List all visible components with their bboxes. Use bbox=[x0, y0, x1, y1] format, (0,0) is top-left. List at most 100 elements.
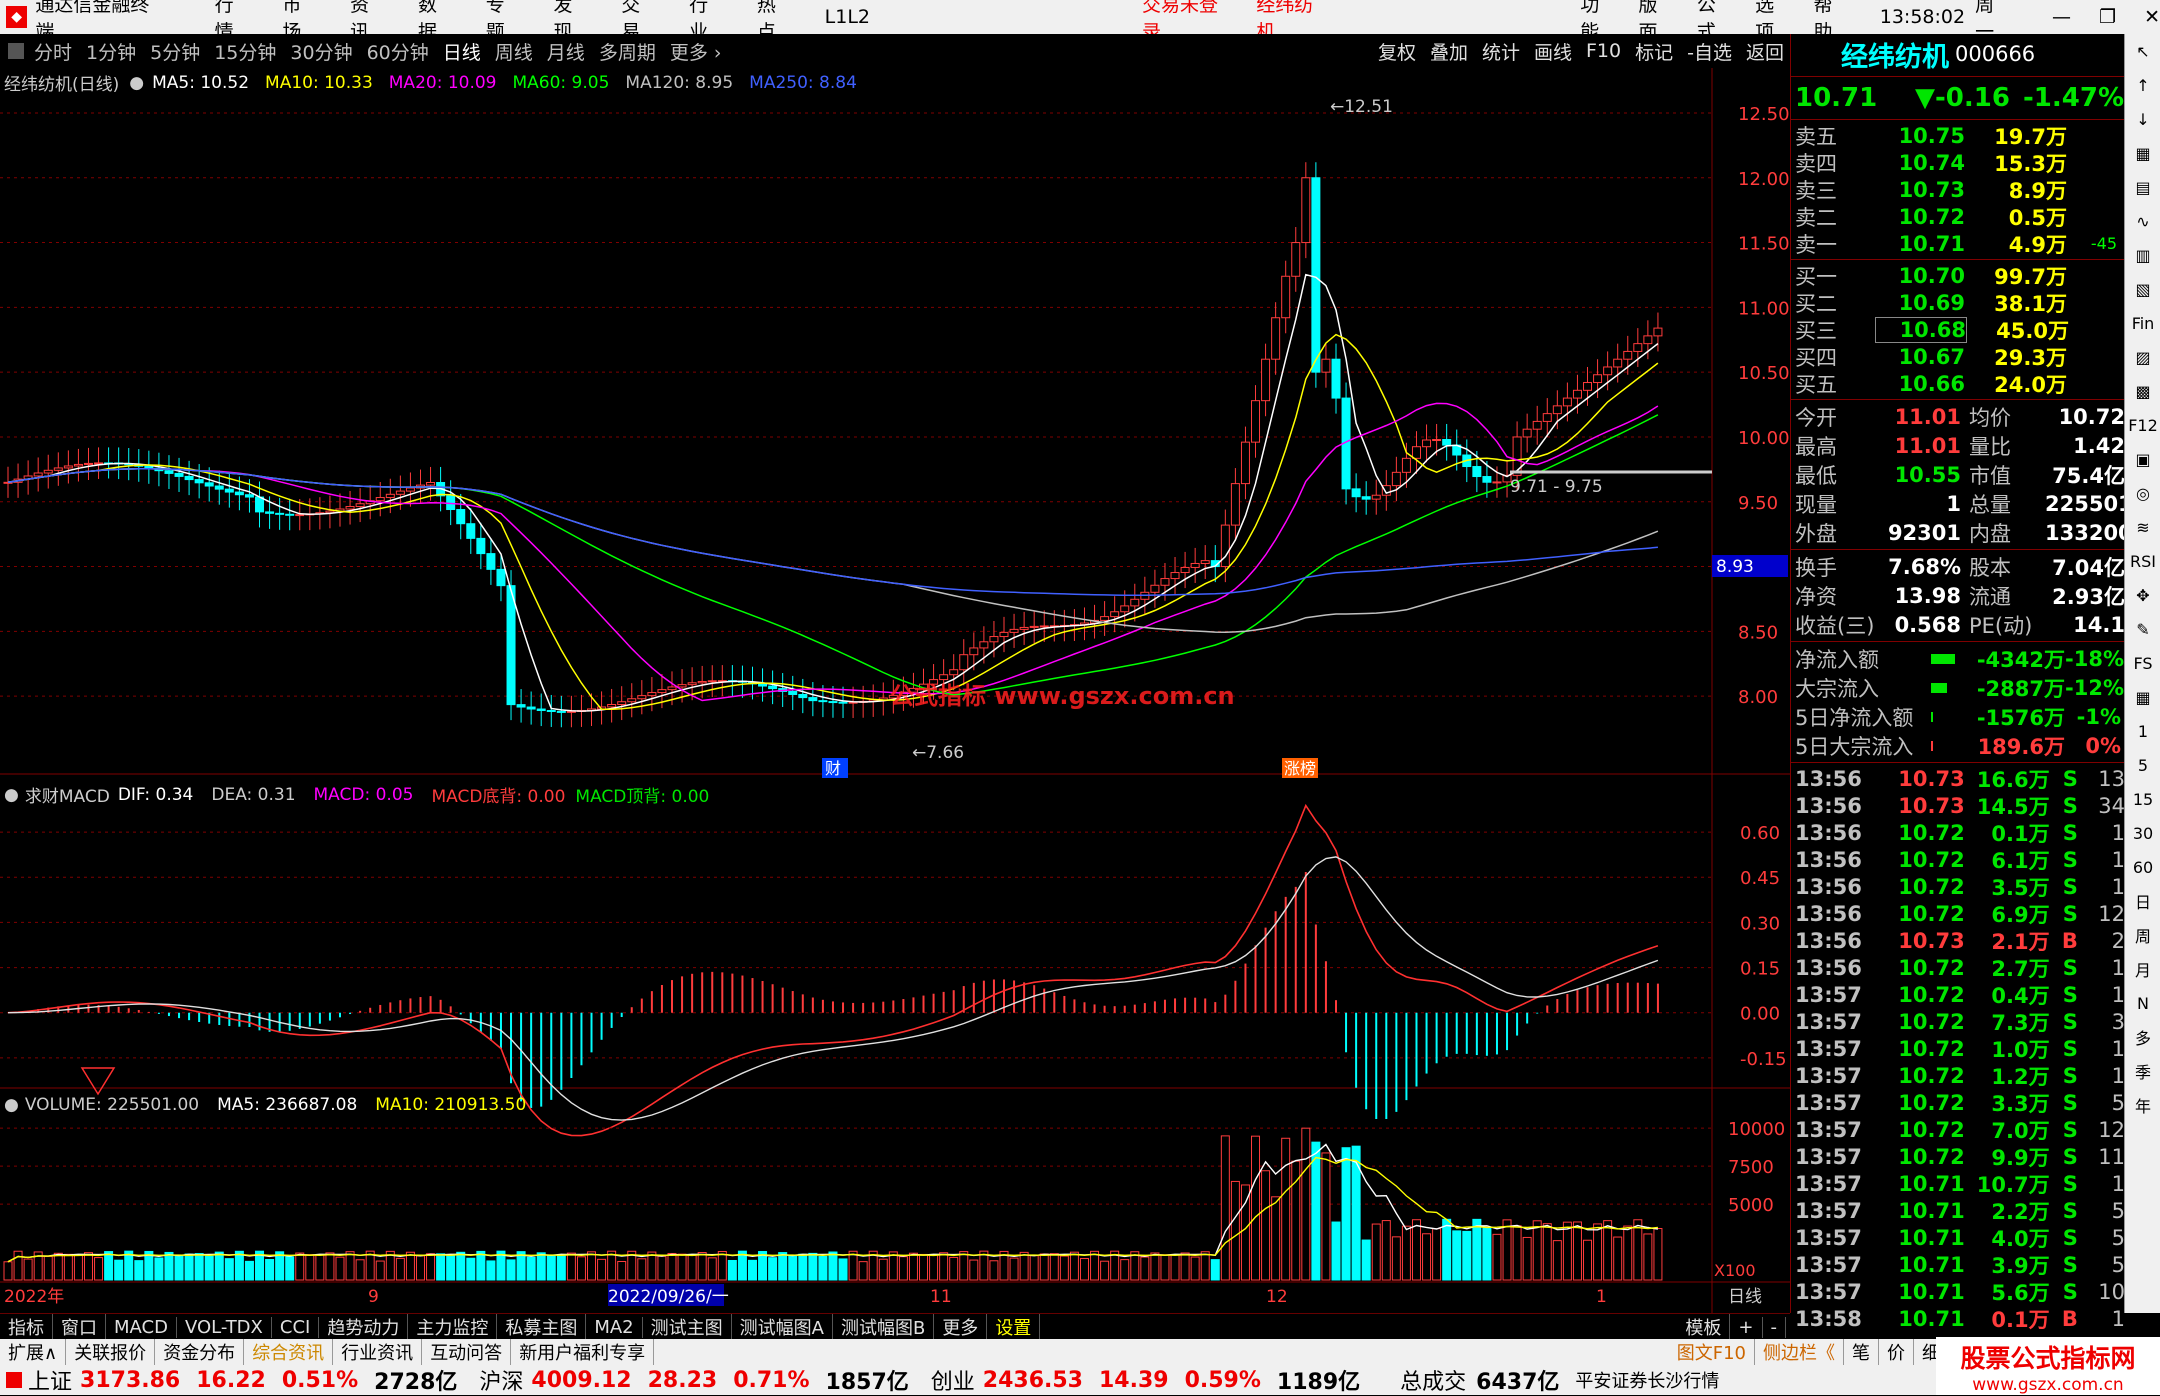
chart-tool-7[interactable]: 返回 bbox=[1746, 38, 1784, 65]
chart-area[interactable]: 12.5012.0011.5011.0010.5010.009.509.008.… bbox=[0, 68, 1790, 1313]
vertical-tool-2-icon[interactable]: ↓ bbox=[2125, 102, 2160, 136]
vertical-tool-24-icon[interactable]: 60 bbox=[2125, 850, 2160, 884]
period-tab-2[interactable]: 5分钟 bbox=[150, 38, 200, 65]
period-tab-4[interactable]: 30分钟 bbox=[290, 38, 352, 65]
chart-tool-0[interactable]: 复权 bbox=[1378, 38, 1416, 65]
side-tab-3[interactable]: 价 bbox=[1879, 1339, 1914, 1365]
sell-level-row[interactable]: 卖四 10.74 15.3万 bbox=[1795, 149, 2125, 176]
sell-level-row[interactable]: 卖三 10.73 8.9万 bbox=[1795, 176, 2125, 203]
buy-level-row[interactable]: 买三 10.68 45.0万 bbox=[1795, 316, 2125, 343]
index-quote[interactable]: 上证 3173.86 16.22 0.51% 2728亿 bbox=[28, 1364, 457, 1396]
indicator-tab-12[interactable]: 更多 bbox=[934, 1314, 988, 1340]
chart-tool-3[interactable]: 画线 bbox=[1534, 38, 1572, 65]
extension-tab-3[interactable]: 综合资讯 bbox=[244, 1339, 334, 1365]
indicator-tab-11[interactable]: 测试幅图B bbox=[833, 1314, 935, 1340]
period-tab-8[interactable]: 月线 bbox=[547, 38, 585, 65]
extension-tab-1[interactable]: 关联报价 bbox=[66, 1339, 156, 1365]
indicator-tab-4[interactable]: CCI bbox=[272, 1316, 320, 1338]
chart-tool-4[interactable]: F10 bbox=[1586, 40, 1621, 62]
buy-level-row[interactable]: 买四 10.67 29.3万 bbox=[1795, 343, 2125, 370]
template-tool-2[interactable]: - bbox=[1763, 1316, 1786, 1338]
vertical-tool-27-icon[interactable]: 月 bbox=[2125, 952, 2160, 986]
vertical-tool-11-icon[interactable]: F12 bbox=[2125, 408, 2160, 442]
indicator-tab-3[interactable]: VOL-TDX bbox=[177, 1316, 272, 1338]
side-tab-1[interactable]: 侧边栏《 bbox=[1755, 1339, 1844, 1365]
period-tab-3[interactable]: 15分钟 bbox=[214, 38, 276, 65]
period-tab-1[interactable]: 1分钟 bbox=[86, 38, 136, 65]
index-quote[interactable]: 创业 2436.53 14.39 0.59% 1189亿 bbox=[931, 1364, 1360, 1396]
period-tab-0[interactable]: 分时 bbox=[34, 38, 72, 65]
vertical-tool-29-icon[interactable]: 多 bbox=[2125, 1020, 2160, 1054]
period-tab-6[interactable]: 日线 bbox=[443, 38, 481, 65]
period-tab-5[interactable]: 60分钟 bbox=[367, 38, 429, 65]
volume-settings-icon[interactable]: ● bbox=[4, 1095, 19, 1115]
vertical-tool-16-icon[interactable]: ✥ bbox=[2125, 578, 2160, 612]
vertical-tool-31-icon[interactable]: 年 bbox=[2125, 1088, 2160, 1122]
vertical-tool-1-icon[interactable]: ↑ bbox=[2125, 68, 2160, 102]
extension-tab-6[interactable]: 新用户福利专享 bbox=[511, 1339, 655, 1365]
indicator-tab-6[interactable]: 主力监控 bbox=[408, 1314, 498, 1340]
vertical-tool-30-icon[interactable]: 季 bbox=[2125, 1054, 2160, 1088]
vertical-tool-28-icon[interactable]: N bbox=[2125, 986, 2160, 1020]
vertical-tool-12-icon[interactable]: ▣ bbox=[2125, 442, 2160, 476]
indicator-tab-8[interactable]: MA2 bbox=[586, 1316, 643, 1338]
period-tab-7[interactable]: 周线 bbox=[495, 38, 533, 65]
tick-list[interactable]: 13:56 10.73 16.6万 S 13 13:56 10.73 14.5万 S 34 13:5… bbox=[1791, 765, 2125, 1332]
indicator-tab-5[interactable]: 趋势动力 bbox=[319, 1314, 409, 1340]
indicator-tab-1[interactable]: 窗口 bbox=[53, 1314, 106, 1340]
settings-dot-icon[interactable]: ● bbox=[129, 73, 144, 93]
vertical-tool-3-icon[interactable]: ▦ bbox=[2125, 136, 2160, 170]
restore-icon[interactable]: ❐ bbox=[2099, 6, 2116, 28]
vertical-tool-5-icon[interactable]: ∿ bbox=[2125, 204, 2160, 238]
chart-tool-1[interactable]: 叠加 bbox=[1430, 38, 1468, 65]
vertical-tool-25-icon[interactable]: 日 bbox=[2125, 884, 2160, 918]
extension-tab-5[interactable]: 互动问答 bbox=[422, 1339, 512, 1365]
sell-level-row[interactable]: 卖一 10.71 4.9万 -45 bbox=[1795, 230, 2125, 257]
vertical-tool-10-icon[interactable]: ▩ bbox=[2125, 374, 2160, 408]
indicator-tab-7[interactable]: 私募主图 bbox=[497, 1314, 587, 1340]
template-tool-0[interactable]: 模板 bbox=[1677, 1314, 1731, 1340]
vertical-tool-20-icon[interactable]: 1 bbox=[2125, 714, 2160, 748]
index-quote[interactable]: 沪深 4009.12 28.23 0.71% 1857亿 bbox=[479, 1364, 908, 1396]
vertical-tool-22-icon[interactable]: 15 bbox=[2125, 782, 2160, 816]
vertical-tool-14-icon[interactable]: ≋ bbox=[2125, 510, 2160, 544]
chart-tool-2[interactable]: 统计 bbox=[1482, 38, 1520, 65]
period-tab-9[interactable]: 多周期 bbox=[599, 38, 656, 65]
vertical-tool-26-icon[interactable]: 周 bbox=[2125, 918, 2160, 952]
indicator-tab-0[interactable]: 指标 bbox=[0, 1314, 53, 1340]
minimize-icon[interactable]: — bbox=[2052, 6, 2071, 28]
period-tab-10[interactable]: 更多 › bbox=[670, 38, 722, 65]
buy-level-row[interactable]: 买二 10.69 38.1万 bbox=[1795, 289, 2125, 316]
vertical-tool-15-icon[interactable]: RSI bbox=[2125, 544, 2160, 578]
vertical-tool-23-icon[interactable]: 30 bbox=[2125, 816, 2160, 850]
chart-tool-5[interactable]: 标记 bbox=[1635, 38, 1673, 65]
side-tab-2[interactable]: 笔 bbox=[1844, 1339, 1879, 1365]
indicator-tab-2[interactable]: MACD bbox=[106, 1316, 177, 1338]
vertical-tool-0-icon[interactable]: ↖ bbox=[2125, 34, 2160, 68]
chart-tool-6[interactable]: -自选 bbox=[1687, 38, 1732, 65]
vertical-tool-7-icon[interactable]: ▧ bbox=[2125, 272, 2160, 306]
vertical-tool-13-icon[interactable]: ◎ bbox=[2125, 476, 2160, 510]
template-tool-1[interactable]: + bbox=[1730, 1316, 1763, 1338]
indicator-tab-10[interactable]: 测试幅图A bbox=[732, 1314, 833, 1340]
close-icon[interactable]: ✕ bbox=[2144, 6, 2160, 28]
vertical-tool-17-icon[interactable]: ✎ bbox=[2125, 612, 2160, 646]
kline-chart-svg[interactable]: 12.5012.0011.5011.0010.5010.009.509.008.… bbox=[0, 68, 1790, 1313]
extension-tab-2[interactable]: 资金分布 bbox=[155, 1339, 245, 1365]
extension-tab-0[interactable]: 扩展∧ bbox=[0, 1339, 67, 1365]
macd-settings-icon[interactable]: ● bbox=[4, 785, 19, 805]
buy-level-row[interactable]: 买五 10.66 24.0万 bbox=[1795, 370, 2125, 397]
vertical-tool-9-icon[interactable]: ▨ bbox=[2125, 340, 2160, 374]
vertical-tool-19-icon[interactable]: ▦ bbox=[2125, 680, 2160, 714]
vertical-tool-8-icon[interactable]: Fin bbox=[2125, 306, 2160, 340]
vertical-tool-4-icon[interactable]: ▤ bbox=[2125, 170, 2160, 204]
buy-level-row[interactable]: 买一 10.70 99.7万 bbox=[1795, 262, 2125, 289]
menu-item-9[interactable]: L1L2 bbox=[825, 6, 870, 28]
vertical-tool-6-icon[interactable]: ▥ bbox=[2125, 238, 2160, 272]
sell-level-row[interactable]: 卖二 10.72 0.5万 bbox=[1795, 203, 2125, 230]
indicator-tab-13[interactable]: 设置 bbox=[987, 1314, 1041, 1340]
vertical-tool-21-icon[interactable]: 5 bbox=[2125, 748, 2160, 782]
extension-tab-4[interactable]: 行业资讯 bbox=[333, 1339, 423, 1365]
side-tab-0[interactable]: 图文F10 bbox=[1669, 1339, 1755, 1365]
sell-level-row[interactable]: 卖五 10.75 19.7万 bbox=[1795, 122, 2125, 149]
